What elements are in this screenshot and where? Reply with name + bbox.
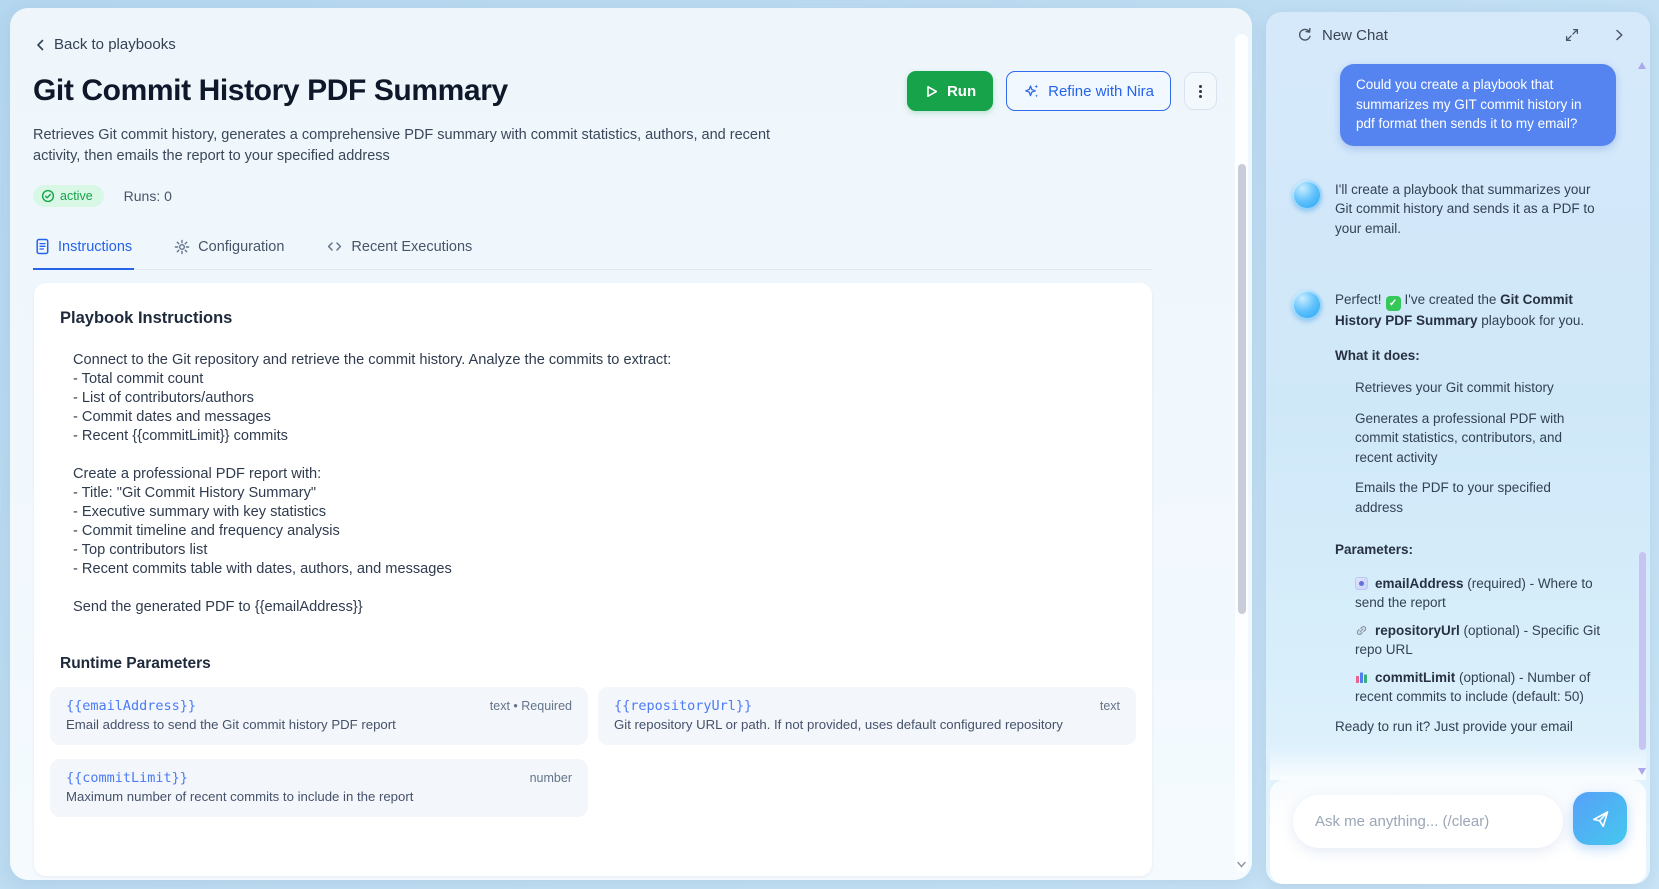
document-icon (36, 238, 49, 255)
meta-row: active Runs: 0 (33, 185, 172, 207)
param-card-emailaddress: {{emailAddress}} text • Required Email a… (50, 687, 588, 745)
refine-with-nira-button[interactable]: Refine with Nira (1006, 71, 1171, 111)
run-button-label: Run (946, 82, 977, 100)
chat-input-area (1270, 780, 1646, 884)
what-it-does-list: Retrieves your Git commit history Genera… (1355, 378, 1593, 517)
param-type: number (529, 771, 572, 785)
chat-scrollbar-thumb[interactable] (1639, 552, 1646, 750)
playbook-description: Retrieves Git commit history, generates … (33, 127, 771, 164)
tab-bar: Instructions Configuration Recent Execut… (33, 232, 1152, 270)
param-description: Git repository URL or path. If not provi… (614, 717, 1063, 732)
tab-recent-executions-label: Recent Executions (351, 238, 473, 255)
check-circle-icon (41, 189, 55, 203)
back-link-label: Back to playbooks (54, 36, 176, 53)
send-button[interactable] (1573, 792, 1627, 845)
chevron-down-icon[interactable] (1237, 861, 1246, 868)
list-item: Emails the PDF to your specified address (1355, 480, 1551, 515)
instructions-text: Connect to the Git repository and retrie… (73, 352, 672, 615)
param-name: {{repositoryUrl}} (614, 698, 753, 714)
parameters-label: Parameters: (1335, 542, 1414, 558)
main-scrollbar[interactable] (1235, 34, 1248, 872)
parameters-list: emailAddress (required) - Where to send … (1355, 574, 1605, 707)
list-item: emailAddress (required) - Where to send … (1355, 575, 1593, 611)
chat-header: New Chat (1266, 12, 1650, 58)
title-row: Git Commit History PDF Summary Run Refin… (33, 71, 1217, 111)
chat-input[interactable] (1293, 795, 1563, 848)
play-icon (927, 85, 938, 97)
param-description: Email address to send the Git commit his… (66, 717, 396, 732)
code-icon (328, 242, 342, 251)
param-card-commitlimit: {{commitLimit}} number Maximum number of… (50, 759, 588, 817)
list-item: Generates a professional PDF with commit… (1355, 410, 1565, 465)
kebab-icon (1199, 89, 1202, 93)
chat-message-list: Could you create a playbook that summari… (1266, 58, 1650, 780)
paper-plane-icon (1592, 810, 1609, 827)
runs-count: Runs: 0 (123, 188, 172, 204)
assistant-avatar (1292, 179, 1322, 210)
reset-chat-icon[interactable] (1297, 27, 1313, 43)
confirm-mid: I've created the (1404, 292, 1501, 307)
chat-fade-overlay (1270, 746, 1646, 780)
header-actions: Run Refine with Nira (906, 71, 1217, 111)
list-item: repositoryUrl (optional) - Specific Git … (1355, 622, 1601, 658)
assistant-details: What it does: Retrieves your Git commit … (1335, 346, 1603, 707)
param-type: text (1099, 699, 1120, 713)
sparkles-icon (1025, 84, 1039, 97)
page-title: Git Commit History PDF Summary (33, 74, 508, 107)
param-card-repositoryurl: {{repositoryUrl}} text Git repository UR… (598, 687, 1136, 745)
confirm-suffix: playbook for you. (1477, 313, 1585, 329)
what-it-does-label: What it does: (1335, 347, 1420, 363)
assistant-message-text: I'll create a playbook that summarizes y… (1335, 181, 1595, 236)
param-name: {{commitLimit}} (66, 770, 188, 786)
check-mark-icon: ✓ (1385, 296, 1401, 312)
chat-scroll-down-arrow[interactable] (1638, 768, 1646, 775)
assistant-message: I'll create a playbook that summarizes y… (1292, 179, 1616, 239)
chevron-right-icon[interactable] (1613, 27, 1626, 43)
nira-chat-panel: New Chat Could you create a playbook tha… (1266, 12, 1650, 884)
runtime-parameters-grid: {{emailAddress}} text • Required Email a… (50, 687, 1136, 817)
main-scrollbar-thumb[interactable] (1237, 164, 1246, 614)
assistant-message: Perfect! ✓ I've created the Git Commit His… (1292, 290, 1616, 331)
expand-icon[interactable] (1564, 27, 1580, 43)
instructions-card: Playbook Instructions Connect to the Git… (34, 283, 1152, 876)
refine-button-label: Refine with Nira (1048, 82, 1154, 100)
status-badge-label: active (60, 189, 93, 203)
confirm-prefix: Perfect! (1335, 292, 1382, 307)
tab-recent-executions[interactable]: Recent Executions (324, 232, 474, 270)
instructions-heading: Playbook Instructions (60, 309, 233, 327)
user-message-bubble: Could you create a playbook that summari… (1340, 64, 1616, 146)
gear-icon (174, 239, 190, 254)
chevron-left-icon (37, 39, 44, 50)
list-item: Retrieves your Git commit history (1355, 380, 1554, 396)
chat-title: New Chat (1322, 26, 1388, 44)
playbook-detail-panel: Back to playbooks Git Commit History PDF… (10, 8, 1252, 880)
tab-instructions-label: Instructions (58, 238, 133, 255)
param-name: {{emailAddress}} (66, 698, 197, 714)
more-options-button[interactable] (1184, 72, 1217, 110)
tab-configuration[interactable]: Configuration (172, 232, 286, 270)
run-button[interactable]: Run (906, 71, 994, 111)
assistant-teaser-text: Ready to run it? Just provide your email (1335, 718, 1573, 734)
runtime-parameters-heading: Runtime Parameters (60, 655, 211, 672)
assistant-message-text: Perfect! ✓ I've created the Git Commit His… (1335, 290, 1597, 331)
chat-scroll-up-arrow[interactable] (1638, 62, 1646, 69)
bar-chart-icon (1356, 672, 1367, 683)
assistant-avatar (1292, 290, 1322, 320)
tab-instructions[interactable]: Instructions (33, 232, 135, 270)
email-icon (1355, 576, 1368, 590)
param-description: Maximum number of recent commits to incl… (66, 789, 414, 804)
link-icon (1356, 625, 1367, 635)
list-item: commitLimit (optional) - Number of recen… (1355, 669, 1591, 705)
back-to-playbooks-link[interactable]: Back to playbooks (33, 36, 176, 53)
tab-configuration-label: Configuration (198, 238, 285, 255)
param-type: text • Required (489, 699, 572, 713)
status-badge: active (33, 185, 104, 207)
